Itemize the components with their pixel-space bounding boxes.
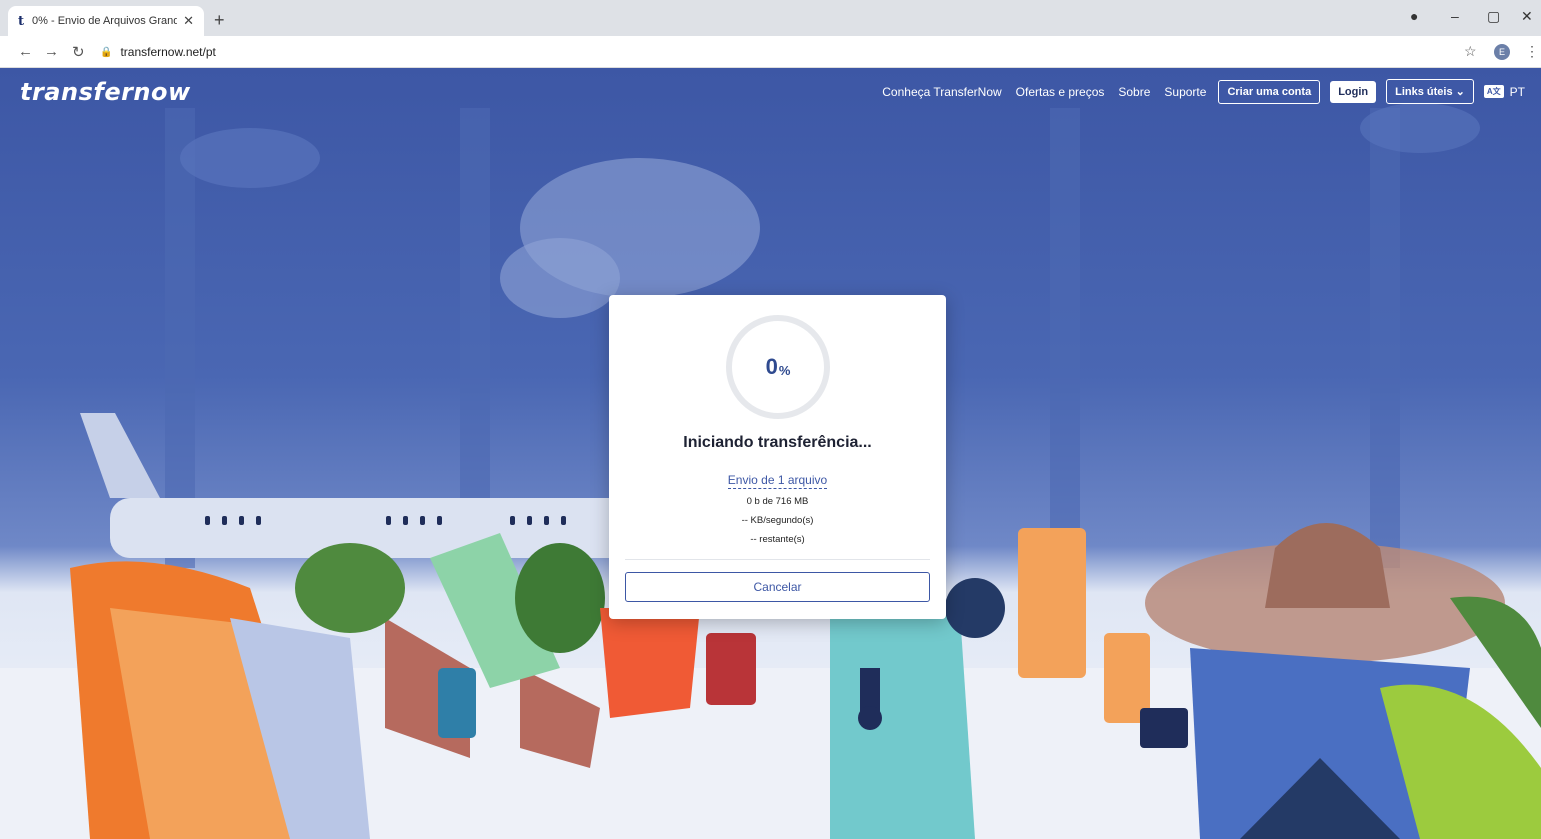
- login-button[interactable]: Login: [1330, 80, 1377, 103]
- language-selector[interactable]: A文 PT: [1483, 84, 1525, 99]
- profile-indicator-icon[interactable]: ●: [1410, 8, 1418, 24]
- browser-tab[interactable]: t 0% - Envio de Arquivos Grandes ✕: [8, 6, 204, 36]
- url-text: transfernow.net/pt: [120, 45, 216, 59]
- close-tab-icon[interactable]: ✕: [183, 13, 194, 29]
- progress-ring: 0 %: [726, 315, 830, 419]
- files-count-label: Envio de 1 arquivo: [727, 473, 828, 489]
- forward-icon[interactable]: →: [44, 43, 59, 60]
- language-label: PT: [1509, 84, 1525, 99]
- reload-icon[interactable]: ↻: [72, 43, 85, 61]
- progress-percent-value: 0: [765, 354, 778, 379]
- page-background: transfernow Conheça TransferNow Ofertas …: [0, 68, 1541, 839]
- translate-icon: A文: [1483, 85, 1504, 98]
- nav-link-support[interactable]: Suporte: [1162, 85, 1208, 99]
- progress-percent-unit: %: [778, 362, 791, 378]
- close-window-icon[interactable]: ✕: [1521, 8, 1533, 25]
- minimize-icon[interactable]: –: [1451, 8, 1459, 24]
- main-nav: Conheça TransferNow Ofertas e preços Sob…: [880, 79, 1525, 104]
- avatar[interactable]: E: [1494, 44, 1510, 60]
- size-progress-text: 0 b de 716 MB: [746, 496, 809, 507]
- new-tab-icon[interactable]: +: [214, 10, 225, 31]
- lock-icon: 🔒: [100, 46, 113, 58]
- divider: [625, 559, 930, 560]
- cancel-button[interactable]: Cancelar: [625, 572, 930, 602]
- upload-progress-modal: 0 % Iniciando transferência... Envio de …: [609, 295, 946, 619]
- time-remaining-text: -- restante(s): [750, 534, 805, 545]
- tab-title: 0% - Envio de Arquivos Grandes: [32, 15, 178, 27]
- useful-links-label: Links úteis: [1395, 86, 1453, 98]
- chevron-down-icon: ⌄: [1455, 86, 1465, 98]
- nav-link-about[interactable]: Sobre: [1116, 85, 1152, 99]
- menu-kebab-icon[interactable]: ⋮: [1525, 43, 1539, 60]
- url-field[interactable]: 🔒 transfernow.net/pt: [100, 45, 216, 59]
- transfernow-favicon-icon: t: [18, 13, 25, 29]
- useful-links-dropdown[interactable]: Links úteis ⌄: [1386, 79, 1474, 104]
- maximize-icon[interactable]: ▢: [1487, 8, 1500, 25]
- nav-link-about-transfernow[interactable]: Conheça TransferNow: [880, 85, 1003, 99]
- back-icon[interactable]: ←: [18, 43, 33, 60]
- bookmark-star-icon[interactable]: ☆: [1464, 43, 1477, 60]
- transfer-status-title: Iniciando transferência...: [683, 434, 872, 451]
- browser-tab-bar: t 0% - Envio de Arquivos Grandes ✕ + ● –…: [0, 0, 1541, 36]
- create-account-button[interactable]: Criar uma conta: [1218, 79, 1321, 104]
- nav-link-offers-pricing[interactable]: Ofertas e preços: [1014, 85, 1107, 99]
- transfernow-logo[interactable]: transfernow: [20, 78, 191, 106]
- browser-address-bar: ← → ↻ 🔒 transfernow.net/pt ☆ E ⋮: [0, 36, 1541, 68]
- files-count-link[interactable]: Envio de 1 arquivo: [609, 473, 946, 489]
- speed-text: -- KB/segundo(s): [741, 515, 814, 526]
